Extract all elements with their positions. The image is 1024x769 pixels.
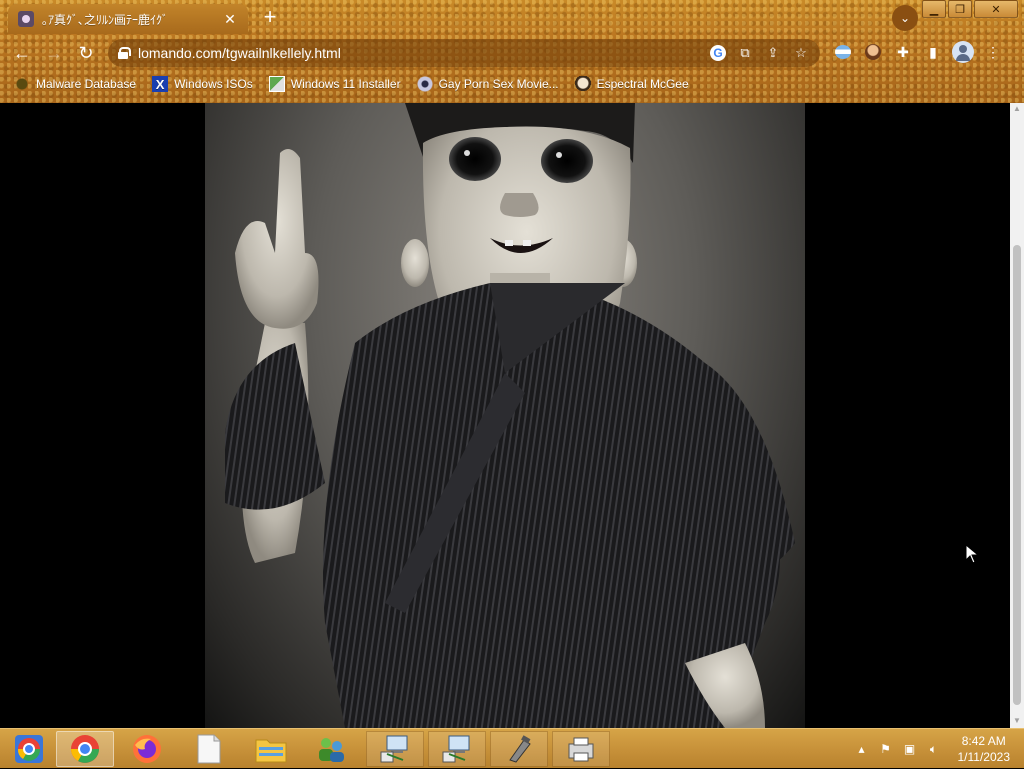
tab-close-icon[interactable]: ✕ [222,11,238,28]
artwork-image [205,103,805,728]
clock-date: 1/11/2023 [958,749,1011,765]
taskbar-printer[interactable] [552,731,610,767]
taskbar-firefox[interactable] [118,731,176,767]
document-icon [196,734,222,764]
bookmark-malware-database[interactable]: Malware Database [14,76,136,92]
puzzle-extensions-icon[interactable]: ✚ [892,41,914,63]
painting-svg [205,103,805,728]
restore-button[interactable]: ❐ [948,0,972,18]
bookmark-windows-11-installer[interactable]: Windows 11 Installer [269,76,401,92]
lock-icon[interactable] [118,47,128,59]
reload-button[interactable]: ↻ [70,37,102,69]
folder-icon [255,735,287,763]
chrome-icon [13,733,45,765]
bookmark-label: Malware Database [36,77,136,91]
tab-title: ｡ｱ真ｸﾞ､之ﾘﾙﾝ画ﾃｰ鹿ｲｸﾞ [42,11,214,28]
taskbar-file-explorer[interactable] [242,731,300,767]
address-bar[interactable]: lomando.com/tgwailnlkellely.html G ⧉ ⇪ ☆ [108,39,820,67]
share-icon[interactable]: ⇪ [764,45,782,61]
firefox-icon [131,733,163,765]
disc-icon [417,76,433,92]
window-controls: ▁ ❐ ✕ [922,0,1018,18]
show-hidden-icons-icon[interactable]: ▴ [854,742,870,756]
bookmark-movie[interactable]: Gay Porn Sex Movie... [417,76,559,92]
windows-image-icon [269,76,285,92]
users-icon [315,734,347,764]
bug-icon [14,76,30,92]
bookmark-label: Windows ISOs [174,77,253,91]
side-panel-icon[interactable]: ▮ [922,41,944,63]
bookmark-star-icon[interactable]: ☆ [792,45,810,61]
url-text[interactable]: lomando.com/tgwailnlkellely.html [138,45,700,61]
back-button[interactable]: ← [6,37,38,69]
bookmark-label: Espectral McGee [597,77,689,91]
browser-chrome: ｡ｱ真ｸﾞ､之ﾘﾙﾝ画ﾃｰ鹿ｲｸﾞ ✕ + ⌄ ▁ ❐ ✕ ← → ↻ loma… [0,0,1024,103]
bookmark-espectral-mcgee[interactable]: Espectral McGee [575,76,689,92]
profile-avatar-icon[interactable] [952,41,974,63]
taskbar-users[interactable] [302,731,360,767]
vertical-scrollbar[interactable]: ▲ ▼ [1010,103,1024,728]
bookmark-label: Gay Porn Sex Movie... [439,77,559,91]
action-center-flag-icon[interactable]: ⚑ [878,742,894,756]
taskbar-network-computer-2[interactable] [428,731,486,767]
toolbar: ← → ↻ lomando.com/tgwailnlkellely.html G… [0,36,1024,70]
scroll-down-icon[interactable]: ▼ [1013,717,1021,725]
network-computer-icon [441,734,473,764]
scroll-thumb[interactable] [1013,245,1021,705]
system-tray: ▴ ⚑ ▣ 🔈︎ 8:42 AM 1/11/2023 [854,729,1024,769]
extensions-area: ✚ ▮ ⋮ [832,41,1004,63]
printer-icon [566,735,596,763]
clock[interactable]: 8:42 AM 1/11/2023 [958,733,1011,765]
tool-icon [504,734,534,764]
web-page[interactable] [0,103,1010,728]
minimize-button[interactable]: ▁ [922,0,946,18]
bookmark-label: Windows 11 Installer [291,77,401,91]
volume-icon[interactable]: 🔈︎ [926,742,942,757]
mouse-cursor-icon [965,544,979,564]
flag-extension-icon[interactable] [832,41,854,63]
close-window-button[interactable]: ✕ [974,0,1018,18]
ghost-icon [575,76,591,92]
tab-active[interactable]: ｡ｱ真ｸﾞ､之ﾘﾙﾝ画ﾃｰ鹿ｲｸﾞ ✕ [8,4,248,34]
taskbar-chrome-multicolor[interactable] [0,731,58,767]
network-icon[interactable]: ▣ [902,742,918,756]
taskbar-tool[interactable] [490,731,548,767]
menu-kebab-icon[interactable]: ⋮ [982,41,1004,63]
forward-button[interactable]: → [38,37,70,69]
taskbar: ▴ ⚑ ▣ 🔈︎ 8:42 AM 1/11/2023 [0,728,1024,768]
new-tab-button[interactable]: + [258,6,282,28]
bookmark-windows-isos[interactable]: X Windows ISOs [152,76,253,92]
google-lens-icon[interactable]: G [710,45,726,61]
tab-favicon-icon [18,11,34,27]
taskbar-document[interactable] [180,731,238,767]
translate-icon[interactable]: ⧉ [736,45,754,61]
clock-time: 8:42 AM [958,733,1011,749]
tab-search-button[interactable]: ⌄ [892,5,918,31]
chrome-icon [69,733,101,765]
network-computer-icon [379,734,411,764]
profile-extension-icon[interactable] [862,41,884,63]
scroll-up-icon[interactable]: ▲ [1013,105,1021,113]
taskbar-network-computer-1[interactable] [366,731,424,767]
bookmarks-bar: Malware Database X Windows ISOs Windows … [0,73,1024,95]
omnibox-actions: G ⧉ ⇪ ☆ [710,45,810,61]
taskbar-chrome[interactable] [56,731,114,767]
x-icon: X [152,76,168,92]
